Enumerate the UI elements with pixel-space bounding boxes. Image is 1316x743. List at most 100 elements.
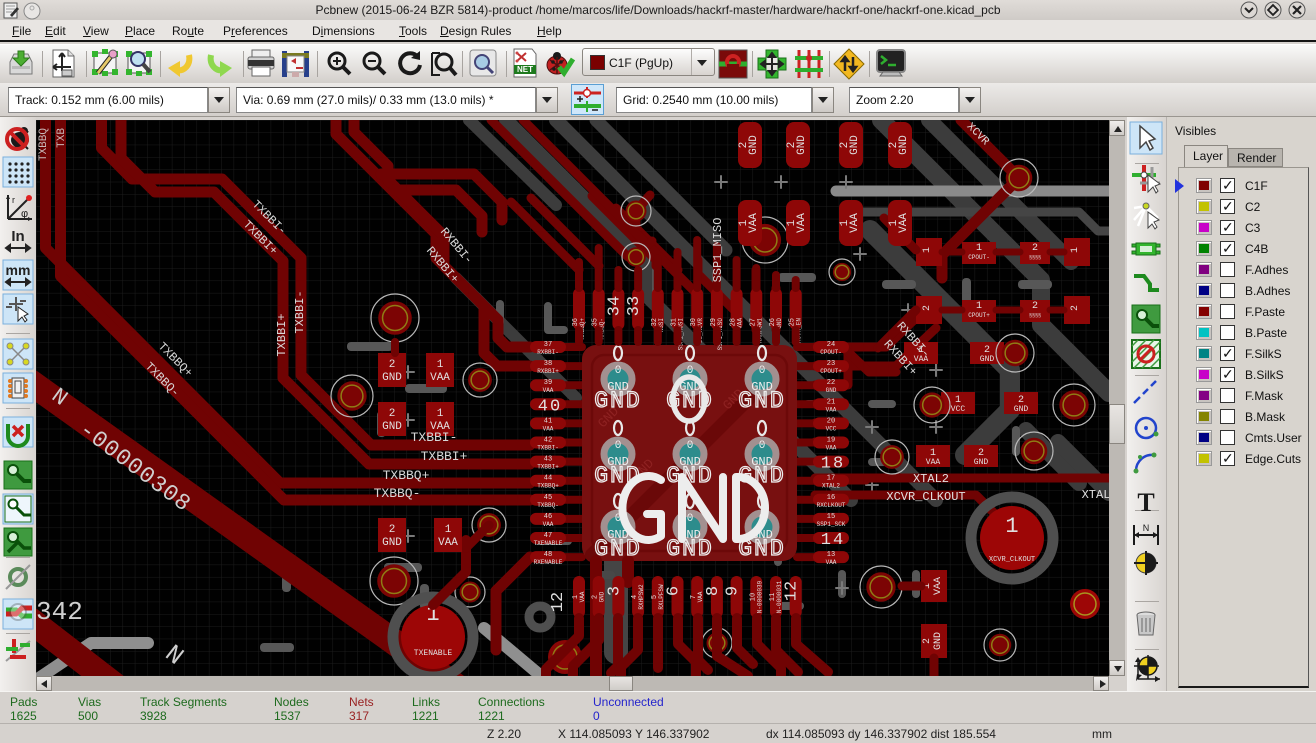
- svg-text:6: 6: [665, 586, 684, 596]
- svg-text:T: T: [1137, 488, 1154, 517]
- svg-text:2: 2: [922, 638, 933, 644]
- svg-text:GND: GND: [738, 388, 785, 414]
- svg-text:342: 342: [36, 597, 83, 627]
- svg-text:XTAL: XTAL: [1082, 488, 1109, 502]
- svg-text:2: 2: [389, 524, 396, 536]
- svg-text:VAA: VAA: [543, 387, 554, 394]
- svg-text:VAA: VAA: [796, 213, 808, 233]
- svg-text:3: 3: [605, 586, 624, 596]
- svg-text:2: 2: [1032, 301, 1038, 312]
- svg-text:TXBBQ: TXBBQ: [38, 128, 50, 161]
- svg-text:19: 19: [827, 437, 835, 445]
- svg-text:VAA: VAA: [579, 591, 586, 602]
- svg-text:33: 33: [625, 296, 644, 316]
- svg-text:CPOUT+: CPOUT+: [968, 312, 990, 319]
- svg-text:GND: GND: [796, 135, 808, 155]
- svg-text:r: r: [12, 195, 15, 205]
- svg-text:48: 48: [544, 551, 552, 559]
- svg-text:VAA: VAA: [933, 577, 944, 595]
- svg-text:22: 22: [827, 379, 835, 387]
- svg-text:23: 23: [827, 360, 835, 368]
- svg-text:16: 16: [827, 494, 835, 502]
- svg-text:CPOUT-: CPOUT-: [968, 254, 990, 261]
- svg-text:1: 1: [437, 408, 444, 420]
- svg-text:20: 20: [827, 417, 835, 425]
- svg-text:TXBBI-: TXBBI-: [411, 430, 458, 445]
- svg-text:1: 1: [976, 243, 982, 254]
- svg-text:GND: GND: [666, 536, 713, 562]
- svg-text:VAA: VAA: [430, 372, 450, 384]
- svg-text:GND: GND: [748, 135, 760, 155]
- svg-text:8: 8: [704, 586, 723, 596]
- svg-text:RXCLKOUT: RXCLKOUT: [817, 502, 846, 509]
- svg-text:GND: GND: [980, 355, 995, 364]
- svg-text:GND: GND: [826, 387, 837, 394]
- svg-text:VAA: VAA: [543, 425, 554, 432]
- svg-text:TXBBQ+: TXBBQ+: [537, 483, 559, 490]
- svg-text:XTAL2: XTAL2: [822, 483, 840, 490]
- svg-text:47: 47: [544, 532, 552, 540]
- svg-text:N-0000039: N-0000039: [756, 580, 763, 613]
- svg-text:24: 24: [827, 341, 835, 349]
- svg-text:1: 1: [1005, 514, 1018, 539]
- svg-text:9: 9: [724, 586, 743, 596]
- svg-text:2: 2: [1070, 305, 1081, 311]
- svg-text:GND: GND: [933, 632, 944, 650]
- svg-text:21: 21: [827, 398, 835, 406]
- svg-text:XTAL2: XTAL2: [913, 472, 949, 486]
- svg-text:GND: GND: [594, 388, 641, 414]
- svg-text:40: 40: [538, 397, 562, 416]
- svg-text:CPOUT-: CPOUT-: [820, 349, 842, 356]
- svg-text:TXBBQ+: TXBBQ+: [383, 468, 430, 483]
- svg-text:TXB: TXB: [56, 128, 68, 148]
- svg-text:RXHPSW2: RXHPSW2: [638, 584, 645, 610]
- svg-text:TXBBI+: TXBBI+: [537, 464, 559, 471]
- svg-text:VAA: VAA: [748, 213, 760, 233]
- svg-text:1: 1: [922, 247, 933, 253]
- svg-text:VAA: VAA: [898, 213, 910, 233]
- svg-text:37: 37: [544, 341, 552, 349]
- svg-text:2: 2: [389, 359, 396, 371]
- svg-text:VAA: VAA: [826, 559, 837, 566]
- svg-text:1: 1: [437, 359, 444, 371]
- svg-text:RXBBI+: RXBBI+: [537, 368, 559, 375]
- svg-text:SSP1_SCK: SSP1_SCK: [817, 521, 846, 528]
- svg-text:VAA: VAA: [926, 458, 941, 467]
- svg-text:XCVR_CLKOUT: XCVR_CLKOUT: [989, 556, 1035, 564]
- svg-text:GND: GND: [974, 458, 989, 467]
- svg-text:TXBBI-: TXBBI-: [293, 290, 307, 333]
- svg-text:39: 39: [544, 379, 552, 387]
- svg-text:14: 14: [821, 531, 845, 550]
- svg-text:TXBBQ-: TXBBQ-: [374, 486, 421, 501]
- svg-text:VCC: VCC: [826, 425, 837, 432]
- svg-text:VAA: VAA: [438, 537, 458, 549]
- svg-text:42: 42: [544, 437, 552, 445]
- svg-text:0: 0: [759, 440, 766, 452]
- svg-text:CPOUT+: CPOUT+: [820, 368, 842, 375]
- svg-text:0: 0: [759, 365, 766, 377]
- svg-text:0: 0: [687, 513, 694, 525]
- svg-text:17: 17: [827, 475, 835, 483]
- svg-text:1: 1: [1070, 247, 1081, 253]
- svg-text:mm: mm: [6, 262, 31, 278]
- svg-text:VAA: VAA: [543, 521, 554, 528]
- svg-text:VAA: VAA: [826, 445, 837, 452]
- svg-text:2: 2: [389, 408, 396, 420]
- svg-text:§§§§: §§§§: [1029, 313, 1041, 319]
- svg-text:§§§§: §§§§: [1029, 255, 1041, 261]
- svg-text:43: 43: [544, 456, 552, 464]
- svg-text:GND: GND: [382, 537, 402, 549]
- svg-text:2: 2: [1032, 243, 1038, 254]
- svg-text:46: 46: [544, 513, 552, 521]
- svg-text:45: 45: [544, 494, 552, 502]
- svg-text:GND: GND: [1014, 405, 1029, 414]
- svg-text:TXBBQ-: TXBBQ-: [537, 502, 559, 509]
- svg-text:VAA: VAA: [849, 213, 861, 233]
- svg-text:12: 12: [549, 592, 568, 612]
- svg-text:TXBBI-: TXBBI-: [537, 445, 559, 452]
- svg-text:TXBBI+: TXBBI+: [275, 313, 289, 356]
- svg-text:0: 0: [615, 440, 622, 452]
- svg-text:13: 13: [827, 551, 835, 559]
- svg-text:0: 0: [615, 365, 622, 377]
- svg-text:NET: NET: [517, 65, 533, 74]
